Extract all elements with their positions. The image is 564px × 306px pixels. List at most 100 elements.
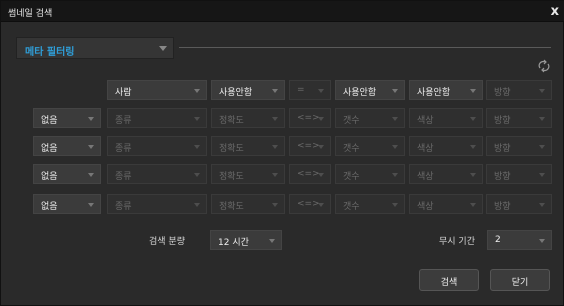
chevron-down-icon [88, 145, 94, 149]
option1-dropdown[interactable]: 사용안함 [211, 80, 285, 100]
operator-dropdown-1[interactable]: <=> [289, 108, 331, 128]
option3-dropdown[interactable]: 사용안함 [409, 80, 483, 100]
operator-dropdown-2[interactable]: <=> [289, 136, 331, 156]
count-value: 갯수 [343, 172, 360, 182]
color-value: 색상 [417, 116, 434, 126]
option2-dropdown[interactable]: 사용안함 [335, 80, 405, 100]
option1-value: 사용안함 [219, 88, 253, 98]
operator-dropdown[interactable]: = [289, 80, 331, 100]
close-button[interactable]: 닫기 [490, 269, 550, 291]
chevron-down-icon [392, 117, 398, 121]
direction-dropdown[interactable]: 방향 [486, 80, 552, 100]
ignore-period-label: 무시 기간 [439, 237, 475, 247]
type-value: 종류 [115, 144, 132, 154]
chevron-down-icon [470, 89, 476, 93]
color-dropdown-2[interactable]: 색상 [409, 136, 483, 156]
operator-value: = [297, 85, 305, 95]
direction-dropdown-3[interactable]: 방향 [486, 164, 552, 184]
direction-dropdown-4[interactable]: 방향 [486, 194, 552, 214]
accuracy-dropdown-1[interactable]: 정확도 [211, 108, 285, 128]
chevron-down-icon [539, 239, 545, 243]
count-dropdown-4[interactable]: 갯수 [335, 194, 405, 214]
count-dropdown-1[interactable]: 갯수 [335, 108, 405, 128]
chevron-down-icon [272, 173, 278, 177]
condition-dropdown-4[interactable]: 없음 [33, 194, 101, 214]
count-dropdown-3[interactable]: 갯수 [335, 164, 405, 184]
search-range-value: 12 시간 [218, 238, 249, 248]
direction-dropdown-1[interactable]: 방향 [486, 108, 552, 128]
title-bar: 썸네일 검색 x [1, 1, 564, 22]
ignore-period-dropdown[interactable]: 2 [487, 230, 552, 250]
operator-dropdown-4[interactable]: <=> [289, 194, 331, 214]
accuracy-value: 정확도 [219, 116, 244, 126]
operator-value: <=> [297, 169, 320, 179]
type-dropdown-1[interactable]: 종류 [107, 108, 207, 128]
accuracy-dropdown-3[interactable]: 정확도 [211, 164, 285, 184]
search-range-dropdown[interactable]: 12 시간 [210, 230, 282, 250]
chevron-down-icon [159, 46, 167, 51]
ignore-period-value: 2 [495, 235, 501, 245]
color-value: 색상 [417, 172, 434, 182]
accuracy-value: 정확도 [219, 202, 244, 212]
chevron-down-icon [194, 89, 200, 93]
chevron-down-icon [392, 203, 398, 207]
type-value: 종류 [115, 172, 132, 182]
chevron-down-icon [392, 173, 398, 177]
chevron-down-icon [539, 203, 545, 207]
search-button[interactable]: 검색 [419, 269, 479, 291]
color-value: 색상 [417, 202, 434, 212]
count-dropdown-2[interactable]: 갯수 [335, 136, 405, 156]
chevron-down-icon [470, 173, 476, 177]
type-dropdown-2[interactable]: 종류 [107, 136, 207, 156]
search-button-label: 검색 [440, 278, 458, 288]
chevron-down-icon [539, 89, 545, 93]
chevron-down-icon [272, 145, 278, 149]
window-title: 썸네일 검색 [8, 9, 53, 19]
chevron-down-icon [194, 173, 200, 177]
color-dropdown-3[interactable]: 색상 [409, 164, 483, 184]
operator-value: <=> [297, 141, 320, 151]
condition-value: 없음 [41, 116, 58, 126]
chevron-down-icon [470, 117, 476, 121]
direction-value: 방향 [494, 116, 511, 126]
chevron-down-icon [194, 117, 200, 121]
condition-dropdown-1[interactable]: 없음 [33, 108, 101, 128]
subject-dropdown[interactable]: 사람 [107, 80, 207, 100]
operator-dropdown-3[interactable]: <=> [289, 164, 331, 184]
chevron-down-icon [88, 203, 94, 207]
accuracy-dropdown-2[interactable]: 정확도 [211, 136, 285, 156]
operator-value: <=> [297, 199, 320, 209]
accuracy-dropdown-4[interactable]: 정확도 [211, 194, 285, 214]
count-value: 갯수 [343, 116, 360, 126]
option3-value: 사용안함 [417, 88, 451, 98]
condition-dropdown-2[interactable]: 없음 [33, 136, 101, 156]
chevron-down-icon [470, 145, 476, 149]
chevron-down-icon [194, 203, 200, 207]
chevron-down-icon [272, 203, 278, 207]
chevron-down-icon [539, 117, 545, 121]
type-dropdown-4[interactable]: 종류 [107, 194, 207, 214]
condition-dropdown-3[interactable]: 없음 [33, 164, 101, 184]
option2-value: 사용안함 [343, 88, 377, 98]
type-dropdown-3[interactable]: 종류 [107, 164, 207, 184]
chevron-down-icon [88, 117, 94, 121]
chevron-down-icon [318, 117, 324, 121]
meta-filter-dropdown[interactable]: 메타 필터링 [16, 37, 174, 59]
direction-value: 방향 [494, 202, 511, 212]
accuracy-value: 정확도 [219, 144, 244, 154]
close-icon[interactable]: x [551, 4, 559, 19]
color-dropdown-1[interactable]: 색상 [409, 108, 483, 128]
chevron-down-icon [470, 203, 476, 207]
chevron-down-icon [88, 173, 94, 177]
search-range-label: 검색 분량 [149, 237, 185, 247]
chevron-down-icon [194, 145, 200, 149]
count-value: 갯수 [343, 202, 360, 212]
color-dropdown-4[interactable]: 색상 [409, 194, 483, 214]
direction-dropdown-2[interactable]: 방향 [486, 136, 552, 156]
chevron-down-icon [318, 203, 324, 207]
chevron-down-icon [318, 145, 324, 149]
condition-value: 없음 [41, 144, 58, 154]
thumbnail-search-dialog: 썸네일 검색 x 메타 필터링 사람 사용안함 = 사용안함 사용안함 방향 없… [0, 0, 564, 306]
direction-value: 방향 [494, 172, 511, 182]
refresh-icon[interactable] [537, 59, 551, 73]
